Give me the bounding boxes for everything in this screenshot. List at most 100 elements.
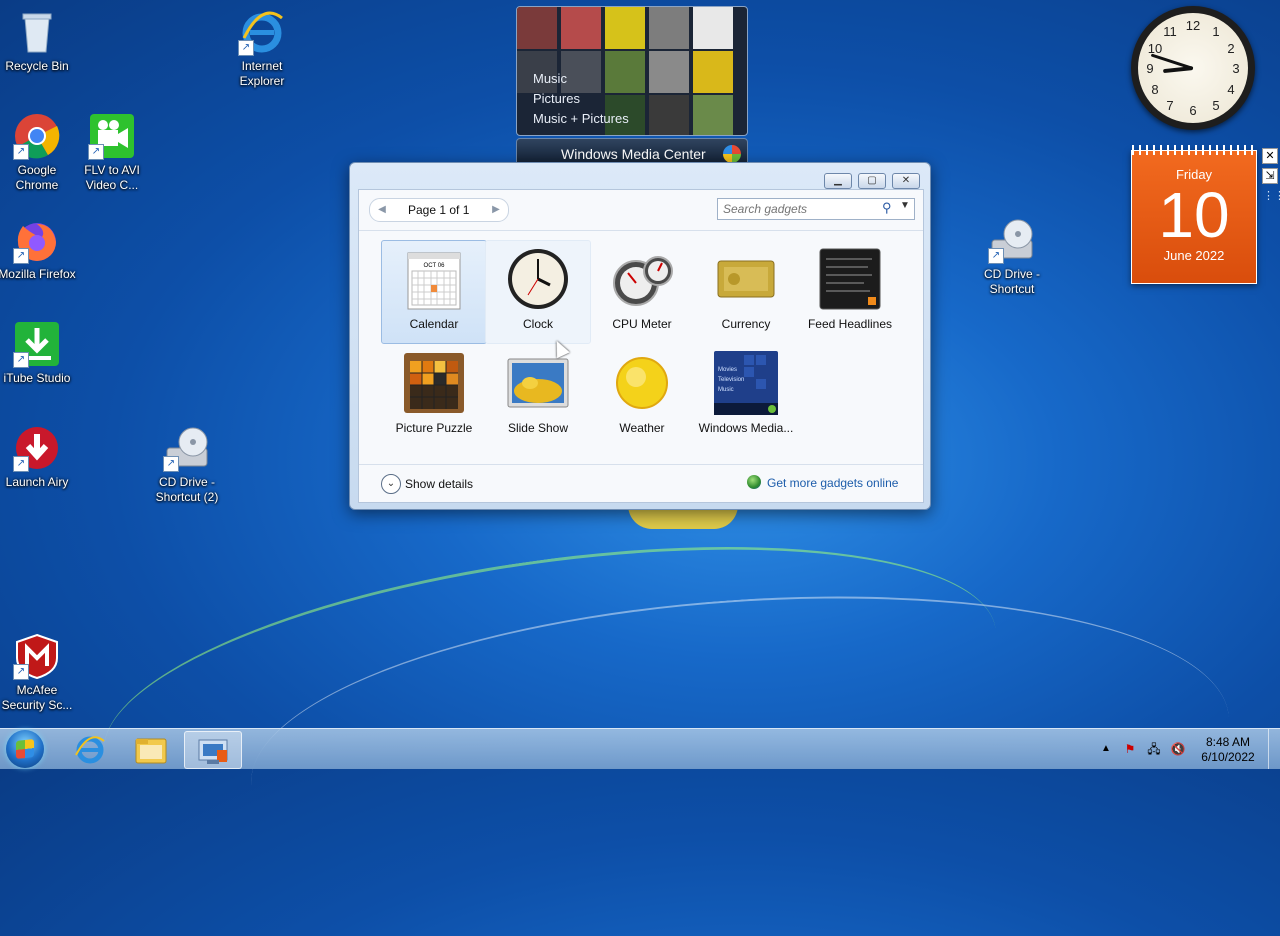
wmc-thumb-line: Movies [718, 367, 737, 373]
clock-number: 6 [1189, 103, 1197, 118]
clock-number: 8 [1151, 82, 1159, 97]
desktop-icon-firefox[interactable]: ↗ Mozilla Firefox [0, 216, 77, 282]
minimize-button[interactable]: ▁ [824, 173, 852, 189]
media-center-title: Windows Media Center [561, 146, 706, 162]
chevron-down-icon[interactable]: ▼ [900, 200, 910, 211]
mcafee-icon: ↗ [13, 632, 61, 680]
folder-icon [135, 738, 167, 764]
slide-show-icon [506, 351, 570, 415]
page-label: Page 1 of 1 [408, 203, 470, 217]
gadget-slide-show[interactable]: Slide Show [485, 344, 591, 448]
desktop-icon-label: Google Chrome [15, 163, 59, 192]
media-center-tiles: Music Pictures Music + Pictures [516, 6, 748, 136]
gadget-gallery-window[interactable]: ▁ ▢ ✕ ◀ Page 1 of 1 ▶ ⚲ ▼ OCT 06 Calen [349, 162, 931, 510]
clock-gadget-icon [506, 247, 570, 311]
volume-muted-icon[interactable]: 🔇 [1170, 741, 1186, 757]
shortcut-arrow-icon: ↗ [238, 40, 254, 56]
clock-number: 9 [1146, 61, 1154, 76]
taskbar-internet-explorer[interactable] [62, 731, 118, 767]
media-center-gadget-icon: Movies Television Music [714, 351, 778, 415]
show-details-chevron-icon[interactable]: ⌄ [381, 474, 401, 494]
media-center-menu-item[interactable]: Pictures [533, 89, 629, 109]
gadget-clock[interactable]: Clock [485, 240, 591, 344]
desktop-icon-label: CD Drive - Shortcut [984, 267, 1040, 296]
get-more-gadgets-link[interactable]: Get more gadgets online [767, 476, 898, 490]
desktop-icon-label: iTube Studio [3, 371, 71, 385]
desktop-icon-recycle-bin[interactable]: Recycle Bin [0, 8, 77, 74]
desktop-icon-flv-to-avi[interactable]: ↗ FLV to AVI Video C... [72, 112, 152, 193]
media-center-menu-item[interactable]: Music + Pictures [533, 109, 629, 129]
gadget-weather[interactable]: Weather [589, 344, 695, 448]
gadget-picture-puzzle[interactable]: Picture Puzzle [381, 344, 487, 448]
media-center-gadget[interactable]: Music Pictures Music + Pictures Windows … [516, 6, 748, 170]
desktop-icon-mcafee[interactable]: ↗ McAfee Security Sc... [0, 632, 77, 713]
clock-gadget[interactable]: 12 1 2 3 4 5 6 7 8 9 10 11 [1131, 6, 1255, 130]
gadgets-icon [198, 739, 228, 764]
video-converter-icon: ↗ [88, 112, 136, 160]
close-button[interactable]: ✕ [892, 173, 920, 189]
search-icon[interactable]: ⚲ [882, 200, 892, 216]
calendar-month-year: June 2022 [1163, 248, 1225, 263]
wallpaper-streak [86, 498, 1014, 885]
taskbar-gadgets[interactable] [184, 731, 242, 769]
internet-explorer-icon: ↗ [238, 8, 286, 56]
calendar-day: 10 [1158, 179, 1230, 251]
maximize-button[interactable]: ▢ [858, 173, 886, 189]
action-center-flag-icon[interactable]: ⚑ [1122, 741, 1138, 757]
drag-gadget-icon[interactable]: ⋮⋮ [1262, 188, 1280, 204]
network-icon[interactable]: 🖧 [1146, 741, 1162, 757]
cpu-meter-icon [610, 247, 674, 311]
start-button[interactable] [6, 730, 44, 768]
wmc-thumb-line: Music [718, 387, 734, 393]
clock-face: 12 1 2 3 4 5 6 7 8 9 10 11 [1138, 13, 1248, 123]
gadget-currency[interactable]: Currency [693, 240, 799, 344]
gadget-label: CPU Meter [612, 317, 672, 331]
gadget-calendar[interactable]: OCT 06 Calendar [381, 240, 487, 344]
resize-gadget-icon[interactable]: ⇲ [1262, 168, 1278, 184]
gadget-feed-headlines[interactable]: Feed Headlines [797, 240, 903, 344]
taskbar-date: 6/10/2022 [1201, 750, 1255, 764]
gadget-cpu-meter[interactable]: CPU Meter [589, 240, 695, 344]
show-details-link[interactable]: Show details [405, 477, 473, 491]
desktop-icon-itube-studio[interactable]: ↗ iTube Studio [0, 320, 77, 386]
show-hidden-icons-chevron-icon[interactable]: ▲ [1098, 741, 1114, 757]
desktop-icon-launch-airy[interactable]: ↗ Launch Airy [0, 424, 77, 490]
desktop-icon-internet-explorer[interactable]: ↗ Internet Explorer [222, 8, 302, 89]
internet-explorer-icon [75, 736, 105, 764]
shortcut-arrow-icon: ↗ [163, 456, 179, 472]
windows-logo-icon [16, 739, 34, 759]
desktop-icon-cd-drive-shortcut[interactable]: ↗ CD Drive - Shortcut [972, 216, 1052, 297]
cd-drive-icon: ↗ [988, 216, 1036, 264]
taskbar-file-explorer[interactable] [122, 731, 178, 767]
desktop-icon-label: Internet Explorer [239, 59, 285, 88]
calendar-gadget-icon: OCT 06 [402, 247, 466, 311]
gadget-label: Currency [721, 317, 771, 331]
airy-icon: ↗ [13, 424, 61, 472]
clock-number: 1 [1212, 24, 1220, 39]
chrome-icon: ↗ [13, 112, 61, 160]
gallery-content: ◀ Page 1 of 1 ▶ ⚲ ▼ OCT 06 Calendar [358, 189, 924, 503]
desktop-icon-label: McAfee Security Sc... [1, 683, 73, 712]
taskbar: ▲ ⚑ 🖧 🔇 8:48 AM 6/10/2022 [0, 728, 1280, 769]
gadget-label: Weather [619, 421, 665, 435]
clock-number: 11 [1163, 24, 1177, 39]
gadget-search-box[interactable]: ⚲ ▼ [717, 198, 915, 220]
gadget-windows-media-center[interactable]: Movies Television Music Windows Media... [693, 344, 799, 448]
desktop-icon-cd-drive-shortcut-2[interactable]: ↗ CD Drive - Shortcut (2) [147, 424, 227, 505]
taskbar-clock[interactable]: 8:48 AM 6/10/2022 [1196, 735, 1260, 765]
globe-icon [747, 475, 761, 489]
gadget-search-input[interactable] [718, 199, 879, 219]
media-center-menu-item[interactable]: Music [533, 69, 629, 89]
close-icon[interactable]: ✕ [1262, 148, 1278, 164]
clock-number: 2 [1227, 41, 1235, 56]
taskbar-time: 8:48 AM [1205, 735, 1251, 749]
prev-page-icon[interactable]: ◀ [372, 199, 392, 221]
gallery-pager: ◀ Page 1 of 1 ▶ [369, 198, 509, 222]
feed-headlines-icon [818, 247, 882, 311]
next-page-icon[interactable]: ▶ [486, 199, 506, 221]
clock-number: 5 [1212, 98, 1220, 113]
desktop-icon-chrome[interactable]: ↗ Google Chrome [0, 112, 77, 193]
calendar-gadget[interactable]: Friday 10 June 2022 [1131, 145, 1257, 284]
show-desktop-button[interactable] [1268, 729, 1280, 769]
desktop-icon-label: Recycle Bin [5, 59, 69, 73]
